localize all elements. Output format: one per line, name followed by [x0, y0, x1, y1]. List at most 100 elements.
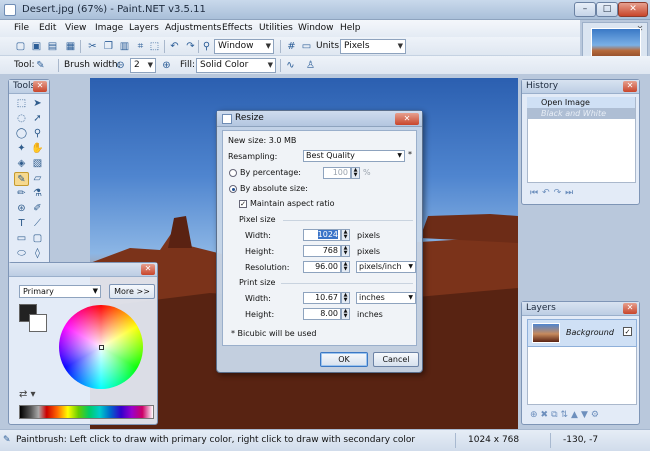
minimize-button[interactable]: –: [574, 2, 596, 17]
print-icon[interactable]: ▦: [64, 40, 77, 53]
height-input[interactable]: 768: [303, 245, 341, 257]
menu-edit[interactable]: Edit: [39, 23, 56, 33]
close-button[interactable]: ✕: [618, 2, 648, 17]
text-icon[interactable]: T: [14, 217, 29, 231]
decrease-width-icon[interactable]: ⊖: [114, 59, 127, 72]
layer-name: Background: [566, 328, 614, 337]
copy-icon[interactable]: ❐: [102, 40, 115, 53]
menu-help[interactable]: Help: [340, 23, 361, 33]
color-mode-select[interactable]: Primary ▼: [19, 285, 101, 298]
color-palette[interactable]: [19, 405, 154, 419]
undo-icon[interactable]: ↶: [168, 40, 181, 53]
menu-file[interactable]: File: [14, 23, 29, 33]
units-combo[interactable]: Pixels ▼: [340, 39, 406, 54]
resampling-select[interactable]: Best Quality ▼: [303, 150, 405, 162]
redo-icon[interactable]: ↷: [184, 40, 197, 53]
crop-icon[interactable]: ⌗: [134, 40, 147, 53]
open-file-icon[interactable]: ▣: [30, 40, 43, 53]
resolution-input[interactable]: 96.00: [303, 261, 341, 273]
swap-colors-icon[interactable]: ⇄ ▾: [19, 389, 36, 400]
menu-effects[interactable]: Effects: [222, 23, 253, 33]
zoom-tool-icon[interactable]: ⚲: [30, 127, 45, 141]
grid-icon[interactable]: #: [285, 40, 298, 53]
line-icon[interactable]: ⟋: [30, 217, 45, 231]
print-width-input[interactable]: 10.67: [303, 292, 341, 304]
close-icon[interactable]: ✕: [623, 303, 637, 314]
new-file-icon[interactable]: ▢: [14, 40, 27, 53]
history-item[interactable]: Black and White: [527, 108, 635, 119]
rectangle-icon[interactable]: ▭: [14, 232, 29, 246]
close-icon[interactable]: ✕: [141, 264, 155, 275]
cancel-button[interactable]: Cancel: [373, 352, 419, 367]
print-width-spinner[interactable]: ▲ ▼: [341, 292, 350, 304]
fill-combo[interactable]: Solid Color ▼: [196, 58, 276, 73]
width-input[interactable]: 1024: [303, 229, 341, 241]
deselect-icon[interactable]: ⬚: [148, 40, 161, 53]
layer-row[interactable]: Background ✓: [527, 319, 637, 347]
menu-view[interactable]: View: [65, 23, 86, 33]
print-size-header: Print size: [239, 278, 276, 287]
cut-icon[interactable]: ✂: [86, 40, 99, 53]
secondary-color-swatch[interactable]: [29, 314, 47, 332]
blend-mode-icon[interactable]: ♙: [304, 59, 317, 72]
zoom-icon[interactable]: ⚲: [200, 40, 213, 53]
maximize-button[interactable]: □: [596, 2, 618, 17]
pencil-icon[interactable]: ✏: [14, 187, 29, 201]
paste-icon[interactable]: ▥: [118, 40, 131, 53]
pan-icon[interactable]: ✋: [30, 142, 45, 156]
move-selection-icon[interactable]: ➤: [30, 97, 45, 111]
close-icon[interactable]: ✕: [33, 81, 47, 92]
layers-controls[interactable]: ⊕✖⧉⇅▲▼⚙: [530, 410, 602, 420]
more-colors-button[interactable]: More >>: [109, 284, 155, 299]
zoom-combo[interactable]: Window ▼: [214, 39, 274, 54]
print-height-input[interactable]: 8.00: [303, 308, 341, 320]
history-item[interactable]: Open Image: [527, 97, 635, 108]
menu-window[interactable]: Window: [298, 23, 334, 33]
close-icon[interactable]: ✕: [395, 113, 419, 125]
ellipse-select-icon[interactable]: ◯: [14, 127, 29, 141]
menu-layers[interactable]: Layers: [129, 23, 159, 33]
percent-unit: %: [363, 168, 371, 177]
history-controls[interactable]: ⏮↶↷⏭: [530, 188, 577, 198]
menu-utilities[interactable]: Utilities: [259, 23, 293, 33]
ruler-icon[interactable]: ▭: [300, 40, 313, 53]
move-selected-icon[interactable]: ➚: [30, 112, 45, 126]
rectangle-select-icon[interactable]: ⬚: [14, 97, 29, 111]
paint-bucket-icon[interactable]: ◈: [14, 157, 29, 171]
close-icon[interactable]: ✕: [623, 81, 637, 92]
by-percentage-radio[interactable]: [229, 169, 237, 177]
rounded-rectangle-icon[interactable]: ▢: [30, 232, 45, 246]
increase-width-icon[interactable]: ⊕: [160, 59, 173, 72]
magic-wand-icon[interactable]: ✦: [14, 142, 29, 156]
ok-button[interactable]: OK: [320, 352, 368, 367]
save-icon[interactable]: ▤: [46, 40, 59, 53]
menu-image[interactable]: Image: [95, 23, 123, 33]
print-height-spinner[interactable]: ▲ ▼: [341, 308, 350, 320]
ellipse-icon[interactable]: ⬭: [14, 247, 29, 261]
by-absolute-radio[interactable]: [229, 185, 237, 193]
color-picker-icon[interactable]: ⚗: [30, 187, 45, 201]
brush-width-combo[interactable]: 2 ▼: [130, 58, 156, 73]
print-unit-select[interactable]: inches ▼: [356, 292, 416, 304]
color-wheel[interactable]: [59, 305, 143, 389]
eraser-icon[interactable]: ▱: [30, 172, 45, 186]
lasso-select-icon[interactable]: ◌: [14, 112, 29, 126]
gradient-icon[interactable]: ▧: [30, 157, 45, 171]
layer-visibility-checkbox[interactable]: ✓: [623, 327, 632, 336]
paintbrush-icon[interactable]: ✎: [34, 59, 47, 72]
resolution-spinner[interactable]: ▲ ▼: [341, 261, 350, 273]
paintbrush-tool-icon[interactable]: ✎: [14, 172, 29, 186]
freeform-shape-icon[interactable]: ◊: [30, 247, 45, 261]
resolution-unit-select[interactable]: pixels/inch ▼: [356, 261, 416, 273]
recolor-icon[interactable]: ✐: [30, 202, 45, 216]
antialiasing-icon[interactable]: ∿: [284, 59, 297, 72]
dialog-title-bar: Resize ✕: [217, 111, 422, 127]
maintain-aspect-checkbox[interactable]: ✓: [239, 200, 247, 208]
percentage-spinner[interactable]: ▲ ▼: [351, 167, 360, 179]
menu-adjustments[interactable]: Adjustments: [165, 23, 221, 33]
height-spinner[interactable]: ▲ ▼: [341, 245, 350, 257]
clone-stamp-icon[interactable]: ⊛: [14, 202, 29, 216]
history-panel-header: History ✕: [522, 80, 639, 94]
percentage-input[interactable]: 100: [323, 167, 351, 179]
width-spinner[interactable]: ▲ ▼: [341, 229, 350, 241]
